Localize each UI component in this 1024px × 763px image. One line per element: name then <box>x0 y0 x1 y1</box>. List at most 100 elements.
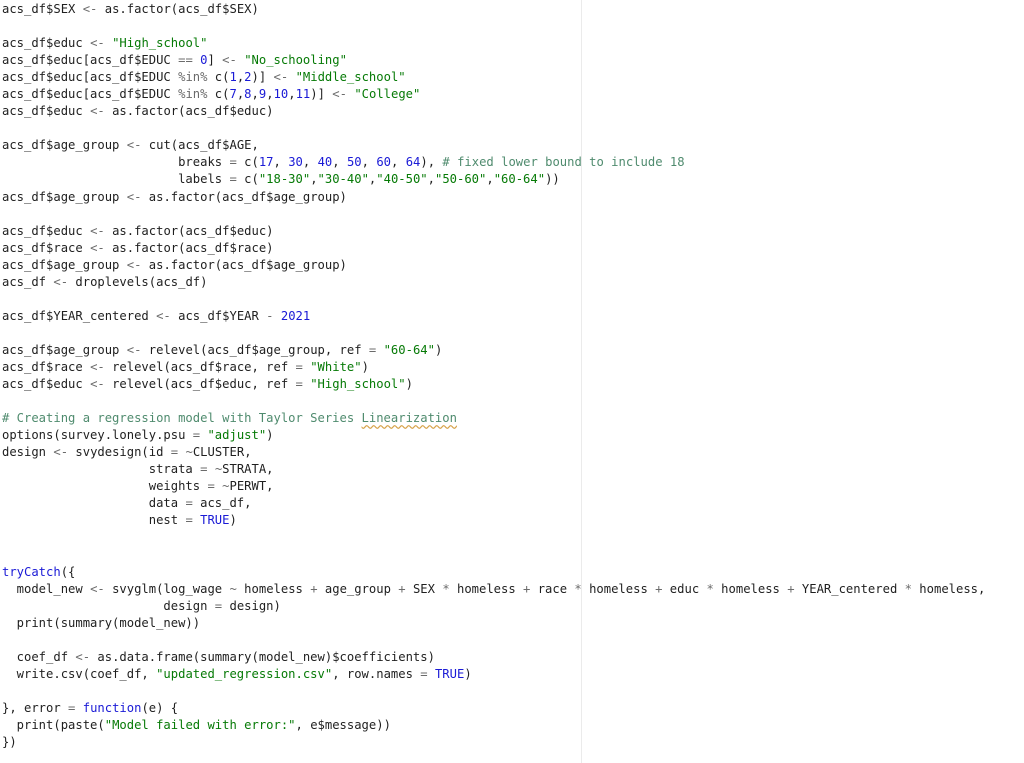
code-line[interactable]: acs_df$educ <- as.factor(acs_df$educ) <box>2 103 985 120</box>
code-line[interactable]: }) <box>2 734 985 751</box>
code-line[interactable]: nest = TRUE) <box>2 512 985 529</box>
code-line[interactable] <box>2 325 985 342</box>
number-literal: 1 <box>229 70 237 85</box>
operator: %in% <box>178 87 208 102</box>
code-line[interactable] <box>2 393 985 410</box>
operator: <- <box>90 240 105 255</box>
operator: = <box>420 666 428 681</box>
code-token: ) <box>361 359 369 374</box>
code-token: STRATA, <box>222 462 274 477</box>
code-token: age_group <box>317 581 399 596</box>
code-token: design <box>2 445 54 460</box>
code-line[interactable]: }, error = function(e) { <box>2 700 985 717</box>
code-line[interactable] <box>2 632 985 649</box>
string-literal: "updated_regression.csv" <box>156 666 333 681</box>
code-line[interactable]: acs_df$age_group <- cut(acs_df$AGE, <box>2 137 985 154</box>
code-line[interactable]: acs_df$age_group <- relevel(acs_df$age_g… <box>2 342 985 359</box>
code-text-area[interactable]: acs_df$SEX <- as.factor(acs_df$SEX) acs_… <box>2 1 985 751</box>
code-line[interactable] <box>2 18 985 35</box>
code-line[interactable]: tryCatch({ <box>2 564 985 581</box>
code-token: write.csv(coef_df, <box>2 666 157 681</box>
string-literal: "60-64" <box>493 172 546 187</box>
operator: <- <box>126 257 142 272</box>
code-token: acs_df$race <box>2 240 91 255</box>
code-line[interactable]: acs_df$SEX <- as.factor(acs_df$SEX) <box>2 1 985 18</box>
string-literal: "White" <box>310 359 362 374</box>
operator: = <box>185 496 193 511</box>
code-token: , <box>391 155 406 170</box>
operator: * <box>904 581 912 596</box>
code-line[interactable]: acs_df$age_group <- as.factor(acs_df$age… <box>2 189 985 206</box>
number-literal: 17 <box>258 155 274 170</box>
code-line[interactable]: breaks = c(17, 30, 40, 50, 60, 64), # fi… <box>2 154 985 171</box>
code-token: acs_df, <box>192 496 252 511</box>
code-token: , <box>486 172 494 187</box>
code-line[interactable] <box>2 206 985 223</box>
code-line[interactable]: options(survey.lonely.psu = "adjust") <box>2 427 985 444</box>
code-line[interactable]: strata = ~STRATA, <box>2 461 985 478</box>
keyword: function <box>82 700 142 715</box>
code-token: design) <box>222 598 281 613</box>
code-token: model_new <box>2 581 91 596</box>
code-line[interactable]: acs_df <- droplevels(acs_df) <box>2 274 985 291</box>
code-line[interactable] <box>2 120 985 137</box>
code-line[interactable]: model_new <- svyglm(log_wage ~ homeless … <box>2 581 986 598</box>
code-token: acs_df$educ <box>2 223 91 238</box>
operator: <- <box>273 70 289 85</box>
code-line[interactable]: acs_df$educ[acs_df$EDUC %in% c(1,2)] <- … <box>2 69 985 86</box>
number-literal: 60 <box>376 155 392 170</box>
code-line[interactable] <box>2 529 985 546</box>
number-literal: 10 <box>273 87 289 102</box>
operator: <- <box>90 36 105 51</box>
code-token: acs_df$educ[acs_df$EDUC <box>2 70 179 85</box>
code-line[interactable]: acs_df$YEAR_centered <- acs_df$YEAR - 20… <box>2 308 985 325</box>
code-line[interactable]: weights = ~PERWT, <box>2 478 985 495</box>
code-line[interactable]: labels = c("18-30","30-40","40-50","50-6… <box>2 171 985 188</box>
code-line[interactable]: acs_df$educ <- "High_school" <box>2 35 985 52</box>
code-token: acs_df$age_group <box>2 138 127 153</box>
code-line[interactable]: acs_df$educ <- relevel(acs_df$educ, ref … <box>2 376 985 393</box>
code-line[interactable] <box>2 683 985 700</box>
code-token: c( <box>236 155 259 170</box>
keyword: tryCatch <box>2 564 61 579</box>
string-literal: "Model failed with error:" <box>104 717 296 732</box>
code-line[interactable] <box>2 291 985 308</box>
code-line[interactable]: print(summary(model_new)) <box>2 615 985 632</box>
code-editor[interactable]: acs_df$SEX <- as.factor(acs_df$SEX) acs_… <box>0 0 1024 763</box>
operator: <- <box>90 581 105 596</box>
code-token: ) <box>464 666 472 681</box>
code-line[interactable]: write.csv(coef_df, "updated_regression.c… <box>2 666 985 683</box>
code-line[interactable]: acs_df$educ <- as.factor(acs_df$educ) <box>2 223 985 240</box>
code-line[interactable]: acs_df$age_group <- as.factor(acs_df$age… <box>2 257 985 274</box>
code-token: coef_df <box>2 649 76 664</box>
code-line[interactable]: data = acs_df, <box>2 495 985 512</box>
code-line[interactable]: # Creating a regression model with Taylo… <box>2 410 985 427</box>
code-line[interactable]: acs_df$educ[acs_df$EDUC == 0] <- "No_sch… <box>2 52 985 69</box>
number-literal: 11 <box>295 87 311 102</box>
operator: <- <box>90 359 105 374</box>
code-token: )] <box>251 70 274 85</box>
operator: + <box>787 581 795 596</box>
code-line[interactable] <box>2 547 985 564</box>
code-line[interactable]: design <- svydesign(id = ~CLUSTER, <box>2 444 985 461</box>
code-line[interactable]: acs_df$race <- relevel(acs_df$race, ref … <box>2 359 985 376</box>
code-line[interactable]: design = design) <box>2 598 985 615</box>
code-token: relevel(acs_df$age_group, ref <box>141 342 369 357</box>
code-token: as.data.frame(summary(model_new)$coeffic… <box>90 649 435 664</box>
code-token: homeless <box>713 581 788 596</box>
code-line[interactable]: print(paste("Model failed with error:", … <box>2 717 985 734</box>
string-literal: "No_schooling" <box>244 53 347 68</box>
number-literal: 64 <box>405 155 421 170</box>
code-token: ), <box>420 155 443 170</box>
code-token: acs_df$educ[acs_df$EDUC <box>2 87 179 102</box>
code-line[interactable]: acs_df$educ[acs_df$EDUC %in% c(7,8,9,10,… <box>2 86 985 103</box>
code-token: acs_df$educ <box>2 36 91 51</box>
code-token: acs_df <box>2 274 54 289</box>
code-line[interactable]: coef_df <- as.data.frame(summary(model_n… <box>2 649 985 666</box>
code-line[interactable]: acs_df$race <- as.factor(acs_df$race) <box>2 240 985 257</box>
number-literal: 2 <box>244 70 252 85</box>
